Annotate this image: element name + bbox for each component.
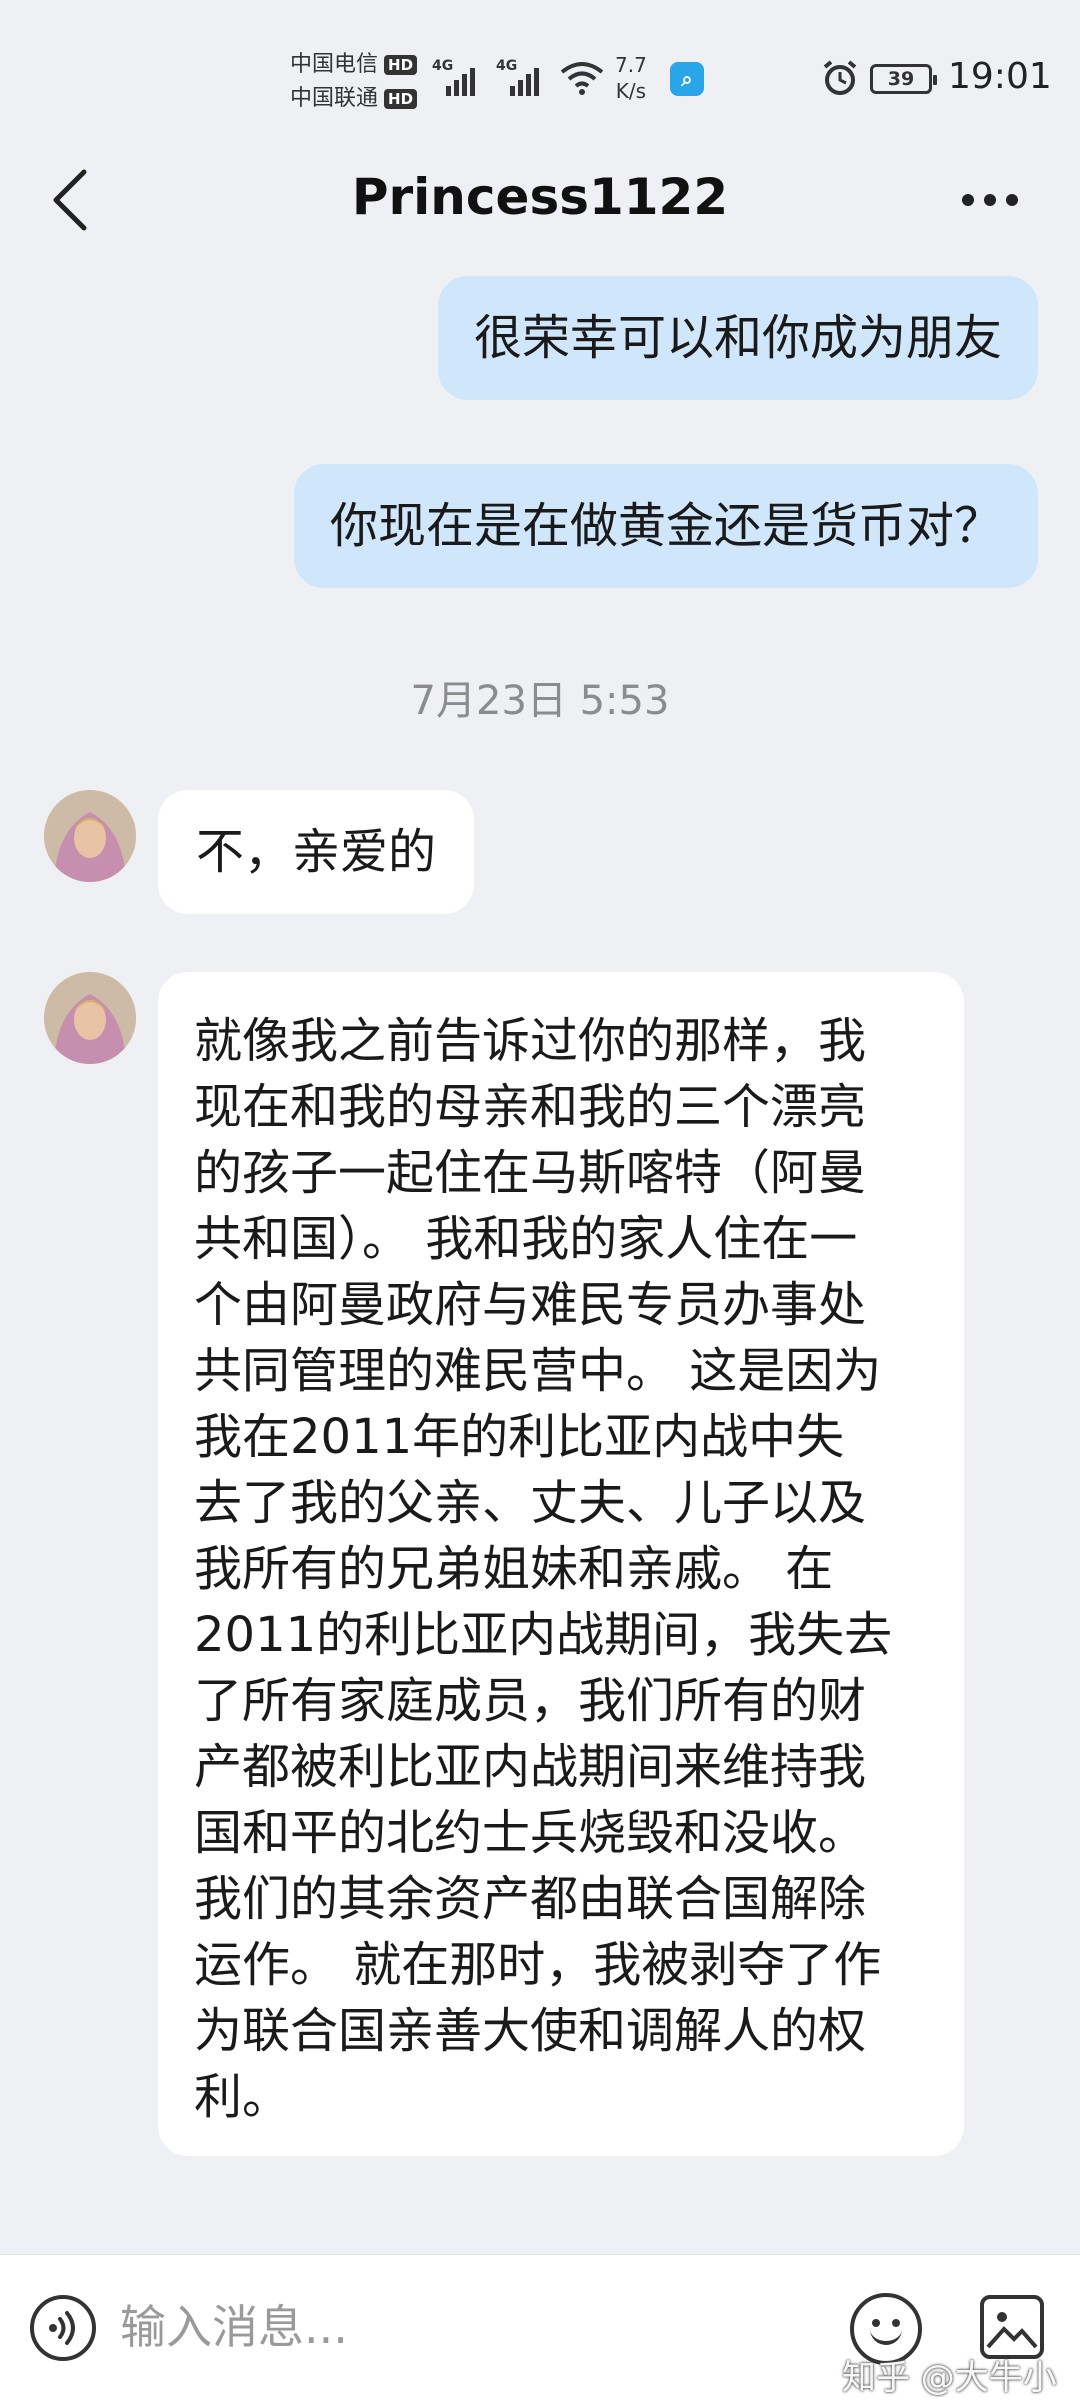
message-line: 了所有家庭成员，我们所有的财 [194, 1673, 867, 1729]
clock: 19:01 [948, 56, 1052, 97]
chat-title: Princess1122 [351, 168, 729, 226]
message-line: 2011的利比亚内战期间，我失去 [194, 1607, 893, 1663]
message-line: 的孩子一起住在马斯喀特（阿曼 [194, 1145, 867, 1201]
message-line: 去了我的父亲、丈夫、儿子以及 [194, 1475, 867, 1531]
contact-avatar[interactable] [44, 972, 136, 1064]
carrier-1-label: 中国电信 [290, 52, 379, 77]
message-line: 就像我之前告诉过你的那样，我 [194, 1013, 867, 1069]
message-line: 产都被利比亚内战期间来维持我 [194, 1739, 867, 1795]
more-dot-icon [984, 194, 996, 206]
more-dot-icon [962, 194, 974, 206]
watermark: 知乎 @大牛小超 [842, 2358, 1057, 2398]
smile-icon [870, 2329, 902, 2345]
message-line: 运作。 就在那时，我被剥夺了作 [194, 1937, 882, 1993]
message-line: 个由阿曼政府与难民专员办事处 [194, 1277, 867, 1333]
contact-avatar[interactable] [44, 790, 136, 882]
incoming-message[interactable]: 不，亲爱的 [158, 790, 475, 914]
message-line: 我在2011年的利比亚内战中失 [194, 1409, 845, 1465]
avatar-image [44, 790, 136, 882]
message-line: 国和平的北约士兵烧毁和没收。 [194, 1805, 867, 1861]
message-line: 共和国）。 我和我的家人住在一 [194, 1211, 858, 1267]
carrier-info: 中国电信 HD 中国联通 HD [290, 48, 418, 116]
message-input[interactable] [120, 2291, 720, 2363]
outgoing-message[interactable]: 很荣幸可以和你成为朋友 [437, 276, 1038, 400]
message-line: 我们的其余资产都由联合国解除 [194, 1871, 867, 1927]
battery-indicator: 39 [870, 64, 937, 94]
message-line: 我所有的兄弟姐妹和亲戚。 在 [194, 1541, 834, 1597]
hd-badge: HD [384, 55, 418, 75]
signal-icon: 4G [432, 58, 476, 98]
incoming-message-long[interactable]: 就像我之前告诉过你的那样，我 现在和我的母亲和我的三个漂亮 的孩子一起住在马斯喀… [158, 972, 964, 2156]
voice-input-button[interactable] [30, 2295, 96, 2361]
hd-badge: HD [384, 89, 418, 109]
message-line: 利。 [194, 2069, 291, 2125]
message-line: 共同管理的难民营中。 这是因为 [194, 1343, 882, 1399]
avatar-image [44, 972, 136, 1064]
carrier-2-label: 中国联通 [290, 86, 379, 111]
message-line: 为联合国亲善大使和调解人的权 [194, 2003, 867, 2059]
more-dot-icon [1006, 194, 1018, 206]
chat-header: Princess1122 [0, 150, 1080, 250]
wifi-icon [560, 62, 604, 95]
message-timestamp: 7月23日 5:53 [410, 678, 670, 724]
image-icon [986, 2312, 1038, 2349]
alarm-icon [823, 60, 857, 95]
message-line: 现在和我的母亲和我的三个漂亮 [194, 1079, 867, 1135]
status-bar: 中国电信 HD 中国联通 HD 4G 4G 7.7 K/s ⌕ 39 19:01 [0, 0, 1080, 150]
signal-icon: 4G [496, 58, 540, 98]
network-speed: 7.7 K/s [615, 53, 647, 103]
more-options-button[interactable] [950, 170, 1030, 230]
search-notification-icon: ⌕ [670, 62, 704, 96]
outgoing-message[interactable]: 你现在是在做黄金还是货币对？ [293, 464, 1038, 588]
voice-wave-icon [49, 2311, 75, 2345]
